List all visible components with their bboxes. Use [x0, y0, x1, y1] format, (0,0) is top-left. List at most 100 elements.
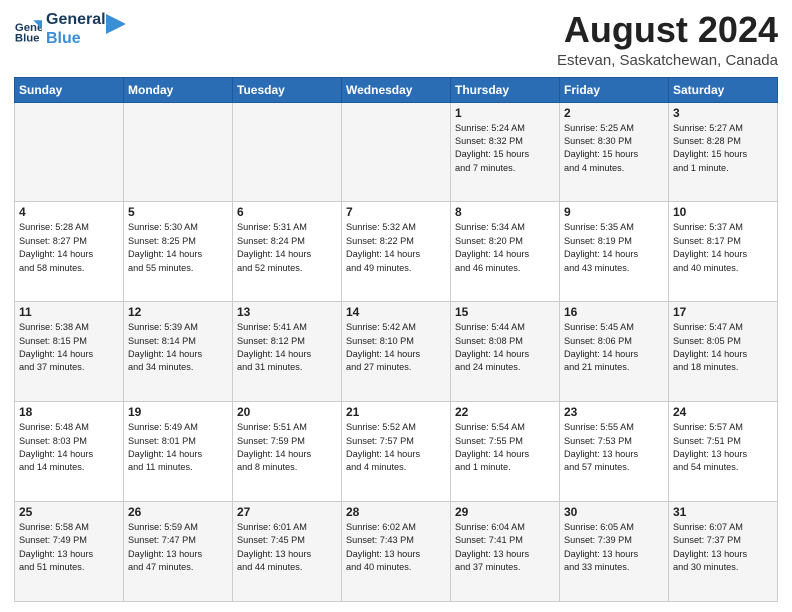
calendar-cell: 10 Sunrise: 5:37 AM Sunset: 8:17 PM Dayli… — [669, 202, 778, 302]
day-info: Sunrise: 5:42 AM Sunset: 8:10 PM Dayligh… — [346, 321, 446, 374]
calendar-cell: 22 Sunrise: 5:54 AM Sunset: 7:55 PM Dayli… — [451, 402, 560, 502]
day-info: Sunrise: 5:48 AM Sunset: 8:03 PM Dayligh… — [19, 421, 119, 474]
calendar-cell: 31 Sunrise: 6:07 AM Sunset: 7:37 PM Dayli… — [669, 502, 778, 602]
day-info: Sunrise: 5:44 AM Sunset: 8:08 PM Dayligh… — [455, 321, 555, 374]
day-number: 5 — [128, 205, 228, 219]
calendar-cell: 8Sunrise: 5:34 AM Sunset: 8:20 PM Daylig… — [451, 202, 560, 302]
day-info: Sunrise: 5:39 AM Sunset: 8:14 PM Dayligh… — [128, 321, 228, 374]
calendar-cell: 4Sunrise: 5:28 AM Sunset: 8:27 PM Daylig… — [15, 202, 124, 302]
calendar-cell: 30 Sunrise: 6:05 AM Sunset: 7:39 PM Dayli… — [560, 502, 669, 602]
day-number: 17 — [673, 305, 773, 319]
day-info: Sunrise: 5:45 AM Sunset: 8:06 PM Dayligh… — [564, 321, 664, 374]
day-number: 10 — [673, 205, 773, 219]
calendar-cell: 11 Sunrise: 5:38 AM Sunset: 8:15 PM Dayli… — [15, 302, 124, 402]
day-number: 24 — [673, 405, 773, 419]
calendar-cell: 20Sunrise: 5:51 AM Sunset: 7:59 PM Dayli… — [233, 402, 342, 502]
day-number: 26 — [128, 505, 228, 519]
calendar-header-row: Sunday Monday Tuesday Wednesday Thursday… — [15, 77, 778, 102]
calendar-cell: 2Sunrise: 5:25 AM Sunset: 8:30 PM Daylig… — [560, 102, 669, 202]
day-number: 9 — [564, 205, 664, 219]
logo: General Blue General Blue — [14, 10, 126, 48]
day-info: Sunrise: 6:07 AM Sunset: 7:37 PM Dayligh… — [673, 521, 773, 574]
day-info: Sunrise: 5:49 AM Sunset: 8:01 PM Dayligh… — [128, 421, 228, 474]
calendar-cell: 17 Sunrise: 5:47 AM Sunset: 8:05 PM Dayli… — [669, 302, 778, 402]
day-number: 22 — [455, 405, 555, 419]
day-number: 1 — [455, 106, 555, 120]
day-number: 12 — [128, 305, 228, 319]
day-info: Sunrise: 5:57 AM Sunset: 7:51 PM Dayligh… — [673, 421, 773, 474]
day-number: 18 — [19, 405, 119, 419]
calendar-cell: 5 Sunrise: 5:30 AM Sunset: 8:25 PM Daylig… — [124, 202, 233, 302]
day-info: Sunrise: 5:52 AM Sunset: 7:57 PM Dayligh… — [346, 421, 446, 474]
day-info: Sunrise: 5:54 AM Sunset: 7:55 PM Dayligh… — [455, 421, 555, 474]
calendar-cell: 3Sunrise: 5:27 AM Sunset: 8:28 PM Daylig… — [669, 102, 778, 202]
day-number: 16 — [564, 305, 664, 319]
calendar-cell: 23 Sunrise: 5:55 AM Sunset: 7:53 PM Dayli… — [560, 402, 669, 502]
day-info: Sunrise: 5:41 AM Sunset: 8:12 PM Dayligh… — [237, 321, 337, 374]
calendar-cell — [124, 102, 233, 202]
header-friday: Friday — [560, 77, 669, 102]
day-info: Sunrise: 5:59 AM Sunset: 7:47 PM Dayligh… — [128, 521, 228, 574]
calendar-cell: 9 Sunrise: 5:35 AM Sunset: 8:19 PM Daylig… — [560, 202, 669, 302]
day-number: 11 — [19, 305, 119, 319]
day-info: Sunrise: 5:32 AM Sunset: 8:22 PM Dayligh… — [346, 221, 446, 274]
day-number: 2 — [564, 106, 664, 120]
calendar-cell — [233, 102, 342, 202]
day-number: 28 — [346, 505, 446, 519]
header-thursday: Thursday — [451, 77, 560, 102]
calendar-cell: 7 Sunrise: 5:32 AM Sunset: 8:22 PM Daylig… — [342, 202, 451, 302]
calendar-cell: 28 Sunrise: 6:02 AM Sunset: 7:43 PM Dayli… — [342, 502, 451, 602]
day-number: 30 — [564, 505, 664, 519]
calendar-week-3: 11 Sunrise: 5:38 AM Sunset: 8:15 PM Dayli… — [15, 302, 778, 402]
day-info: Sunrise: 5:27 AM Sunset: 8:28 PM Dayligh… — [673, 122, 773, 175]
svg-text:Blue: Blue — [15, 32, 40, 43]
calendar-cell: 26 Sunrise: 5:59 AM Sunset: 7:47 PM Dayli… — [124, 502, 233, 602]
day-number: 15 — [455, 305, 555, 319]
calendar-cell: 27Sunrise: 6:01 AM Sunset: 7:45 PM Dayli… — [233, 502, 342, 602]
day-info: Sunrise: 5:24 AM Sunset: 8:32 PM Dayligh… — [455, 122, 555, 175]
logo-chevron-icon — [106, 14, 126, 36]
day-number: 31 — [673, 505, 773, 519]
calendar-cell: 19 Sunrise: 5:49 AM Sunset: 8:01 PM Dayli… — [124, 402, 233, 502]
header-tuesday: Tuesday — [233, 77, 342, 102]
calendar-week-5: 25 Sunrise: 5:58 AM Sunset: 7:49 PM Dayli… — [15, 502, 778, 602]
calendar-cell: 18 Sunrise: 5:48 AM Sunset: 8:03 PM Dayli… — [15, 402, 124, 502]
logo-general: General — [46, 10, 106, 29]
subtitle: Estevan, Saskatchewan, Canada — [557, 52, 778, 69]
day-info: Sunrise: 5:37 AM Sunset: 8:17 PM Dayligh… — [673, 221, 773, 274]
day-info: Sunrise: 5:35 AM Sunset: 8:19 PM Dayligh… — [564, 221, 664, 274]
calendar-cell: 15 Sunrise: 5:44 AM Sunset: 8:08 PM Dayli… — [451, 302, 560, 402]
calendar-cell: 21 Sunrise: 5:52 AM Sunset: 7:57 PM Dayli… — [342, 402, 451, 502]
logo-icon: General Blue — [14, 15, 42, 43]
calendar-cell: 25 Sunrise: 5:58 AM Sunset: 7:49 PM Dayli… — [15, 502, 124, 602]
day-number: 14 — [346, 305, 446, 319]
calendar-cell: 29Sunrise: 6:04 AM Sunset: 7:41 PM Dayli… — [451, 502, 560, 602]
day-info: Sunrise: 5:58 AM Sunset: 7:49 PM Dayligh… — [19, 521, 119, 574]
calendar-table: Sunday Monday Tuesday Wednesday Thursday… — [14, 77, 778, 602]
day-number: 25 — [19, 505, 119, 519]
day-number: 7 — [346, 205, 446, 219]
day-number: 21 — [346, 405, 446, 419]
day-number: 19 — [128, 405, 228, 419]
calendar-cell: 13 Sunrise: 5:41 AM Sunset: 8:12 PM Dayli… — [233, 302, 342, 402]
day-number: 23 — [564, 405, 664, 419]
title-block: August 2024 Estevan, Saskatchewan, Canad… — [557, 10, 778, 69]
day-info: Sunrise: 5:30 AM Sunset: 8:25 PM Dayligh… — [128, 221, 228, 274]
header-sunday: Sunday — [15, 77, 124, 102]
calendar-cell — [15, 102, 124, 202]
header-wednesday: Wednesday — [342, 77, 451, 102]
day-info: Sunrise: 6:05 AM Sunset: 7:39 PM Dayligh… — [564, 521, 664, 574]
day-info: Sunrise: 5:55 AM Sunset: 7:53 PM Dayligh… — [564, 421, 664, 474]
day-info: Sunrise: 6:04 AM Sunset: 7:41 PM Dayligh… — [455, 521, 555, 574]
day-number: 6 — [237, 205, 337, 219]
calendar-week-2: 4Sunrise: 5:28 AM Sunset: 8:27 PM Daylig… — [15, 202, 778, 302]
calendar-cell: 16 Sunrise: 5:45 AM Sunset: 8:06 PM Dayli… — [560, 302, 669, 402]
calendar-cell: 14 Sunrise: 5:42 AM Sunset: 8:10 PM Dayli… — [342, 302, 451, 402]
day-info: Sunrise: 5:38 AM Sunset: 8:15 PM Dayligh… — [19, 321, 119, 374]
logo-blue: Blue — [46, 29, 106, 48]
day-number: 13 — [237, 305, 337, 319]
day-info: Sunrise: 6:02 AM Sunset: 7:43 PM Dayligh… — [346, 521, 446, 574]
day-info: Sunrise: 5:47 AM Sunset: 8:05 PM Dayligh… — [673, 321, 773, 374]
day-number: 27 — [237, 505, 337, 519]
header-saturday: Saturday — [669, 77, 778, 102]
